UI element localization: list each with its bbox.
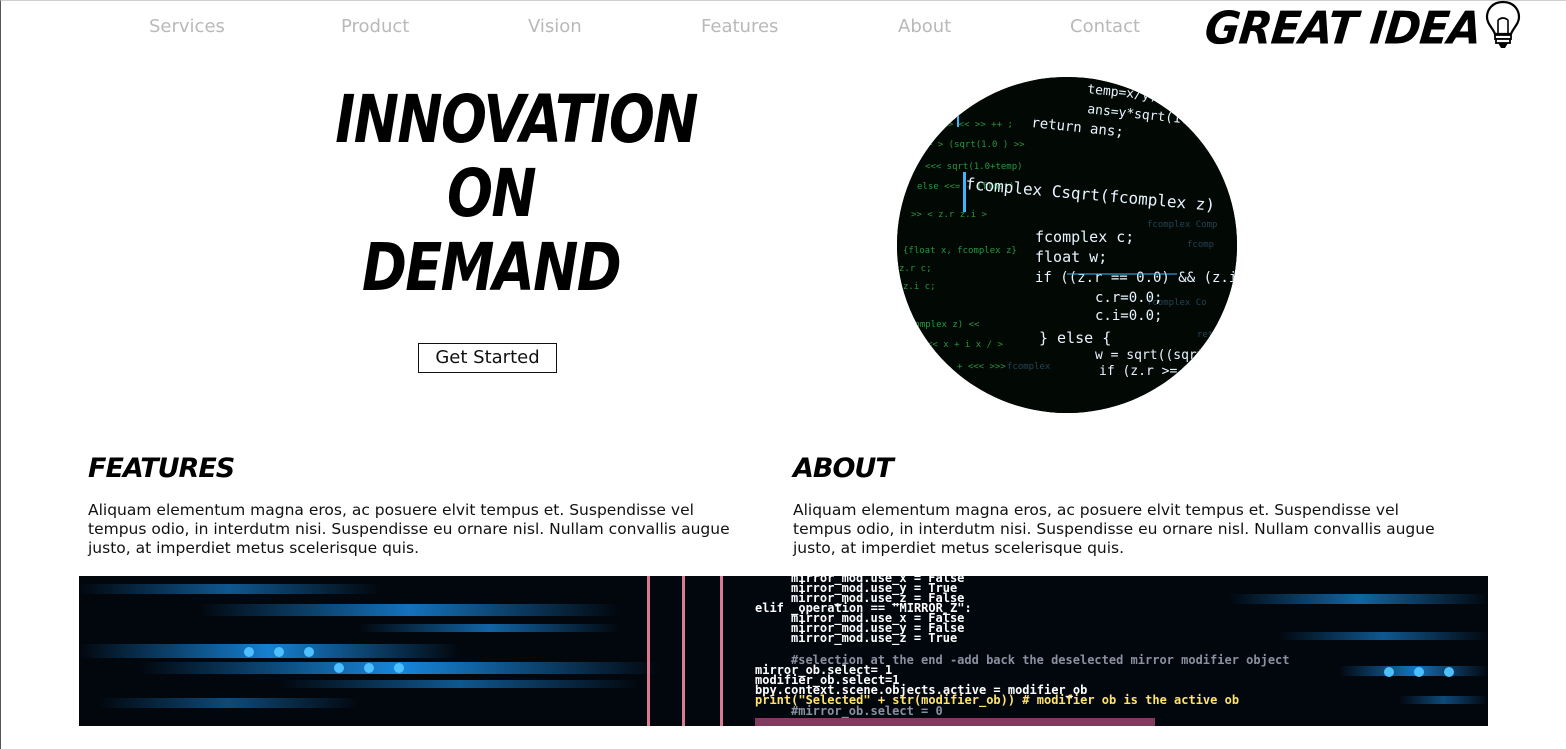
svg-text:<< x + i x / >: << x + i x / > <box>927 340 1003 350</box>
svg-text:fcomp: fcomp <box>1187 240 1214 250</box>
code-line: } else { <box>1039 329 1111 347</box>
svg-text:z.i c;: z.i c; <box>903 282 936 292</box>
hero-title-line: DEMAND <box>361 229 622 306</box>
top-navigation: Services Product Vision Features About C… <box>1 0 1566 57</box>
code-line: float w; <box>1035 248 1107 266</box>
nav-features[interactable]: Features <box>701 16 778 37</box>
svg-text:return: return <box>1197 330 1230 340</box>
code-line: c.i=0.0; <box>1095 308 1162 324</box>
code-line: fcomplex c; <box>1035 228 1134 246</box>
lightbulb-icon <box>1483 0 1523 57</box>
code-line: c.r=0.0; <box>1095 290 1162 306</box>
nav-services[interactable]: Services <box>149 16 225 37</box>
svg-text:z.r c;: z.r c; <box>899 264 932 274</box>
logo[interactable]: GREAT IDEA <box>1202 0 1523 57</box>
code-banner-image: mirror_mod.use_x = False mirror_mod.use_… <box>79 576 1488 726</box>
hero-title-line: ON <box>446 155 537 232</box>
nav-vision[interactable]: Vision <box>528 16 582 37</box>
nav-product[interactable]: Product <box>341 16 409 37</box>
svg-text:complex z) <<: complex z) << <box>909 320 980 330</box>
svg-text:fcomplex Comp: fcomplex Comp <box>1147 220 1217 230</box>
nav-contact[interactable]: Contact <box>1070 16 1140 37</box>
svg-text:+ <<< >>>: + <<< >>> <box>957 362 1006 372</box>
hero-title: INNOVATION ON DEMAND <box>335 81 698 306</box>
svg-text:<a> << >> ++ ;: <a> << >> ++ ; <box>937 120 1013 130</box>
about-text: Aliquam elementum magna eros, ac posuere… <box>793 501 1435 557</box>
svg-text:<<< sqrt(1.0+temp): <<< sqrt(1.0+temp) <box>925 162 1023 172</box>
svg-text:>> < z.r z.i >: >> < z.r z.i > <box>911 210 987 220</box>
svg-text:fcomplex: fcomplex <box>1007 362 1051 372</box>
svg-text:> > (sqrt(1.0 ) >>: > > (sqrt(1.0 ) >> <box>927 140 1025 150</box>
nav-about[interactable]: About <box>898 16 951 37</box>
banner-code-line: mirror_mod.use_z = True <box>791 631 957 646</box>
logo-text: GREAT IDEA <box>1202 2 1484 56</box>
svg-text:{float x, fcomplex z}: {float x, fcomplex z} <box>903 246 1017 256</box>
code-line: if (z.r >= 0.0) <box>1099 364 1216 379</box>
get-started-button[interactable]: Get Started <box>418 343 557 373</box>
about-title: ABOUT <box>793 453 894 484</box>
code-line: w = sqrt((sqrt(z.r <box>1095 348 1236 363</box>
code-image: <a> << >> ++ ; > > (sqrt(1.0 ) >> <<< sq… <box>897 77 1237 413</box>
features-title: FEATURES <box>88 453 235 484</box>
features-text: Aliquam elementum magna eros, ac posuere… <box>88 501 730 557</box>
hero-title-line: INNOVATION <box>335 81 698 158</box>
code-line: if ((z.r == 0.0) && (z.i == 0.0)) { <box>1035 270 1237 286</box>
banner-code-line: #mirror_ob.select = 0 <box>791 704 943 719</box>
